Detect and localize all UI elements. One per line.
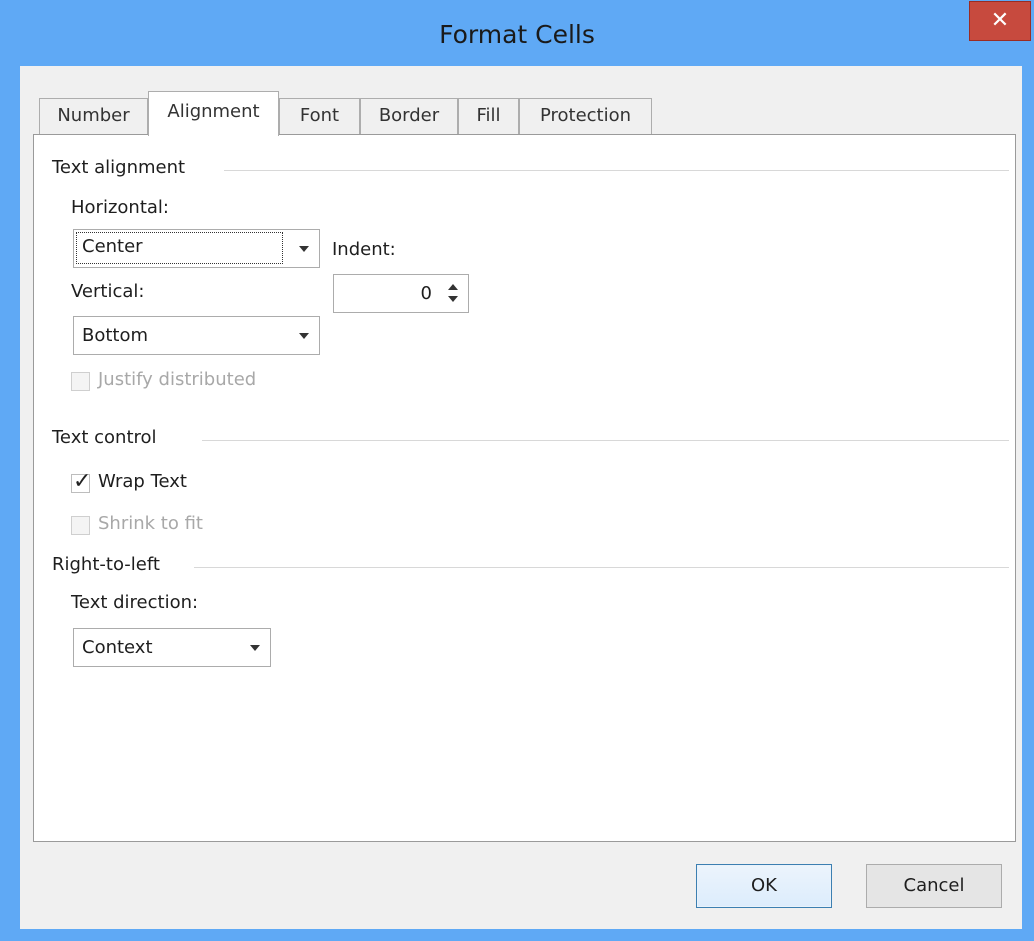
shrink-to-fit-checkbox[interactable] bbox=[71, 516, 90, 535]
horizontal-select[interactable]: Center bbox=[73, 229, 320, 268]
spin-down-icon[interactable] bbox=[448, 296, 458, 302]
cancel-button[interactable]: Cancel bbox=[866, 864, 1002, 908]
tab-number[interactable]: Number bbox=[39, 98, 148, 134]
text-direction-label: Text direction: bbox=[71, 592, 199, 613]
alignment-tab-panel: Text alignment Horizontal: Center Indent… bbox=[33, 134, 1016, 842]
vertical-label: Vertical: bbox=[71, 281, 145, 302]
tab-alignment[interactable]: Alignment bbox=[148, 91, 279, 136]
section-divider bbox=[194, 567, 1009, 568]
window-title: Format Cells bbox=[439, 20, 595, 49]
chevron-down-icon bbox=[299, 246, 309, 252]
chevron-down-icon bbox=[299, 333, 309, 339]
tab-protection[interactable]: Protection bbox=[519, 98, 652, 134]
justify-distributed-checkbox[interactable] bbox=[71, 372, 90, 391]
indent-spinner[interactable]: 0 bbox=[333, 274, 469, 313]
text-direction-value: Context bbox=[82, 637, 153, 658]
indent-label: Indent: bbox=[332, 239, 396, 260]
checkmark-icon: ✓ bbox=[73, 469, 92, 494]
vertical-select[interactable]: Bottom bbox=[73, 316, 320, 355]
text-control-heading: Text control bbox=[52, 427, 163, 448]
indent-value: 0 bbox=[420, 283, 432, 304]
tab-font[interactable]: Font bbox=[279, 98, 360, 134]
right-to-left-heading: Right-to-left bbox=[52, 554, 166, 575]
chevron-down-icon bbox=[250, 645, 260, 651]
tab-border[interactable]: Border bbox=[360, 98, 458, 134]
text-direction-select[interactable]: Context bbox=[73, 628, 271, 667]
shrink-to-fit-label: Shrink to fit bbox=[98, 513, 203, 534]
horizontal-select-value: Center bbox=[76, 232, 283, 264]
format-cells-window: Format Cells ✕ Number Alignment Font Bor… bbox=[0, 0, 1034, 941]
text-alignment-heading: Text alignment bbox=[52, 157, 192, 178]
spin-up-icon[interactable] bbox=[448, 284, 458, 290]
wrap-text-checkbox[interactable]: ✓ bbox=[71, 469, 91, 494]
vertical-select-value: Bottom bbox=[82, 325, 149, 346]
section-divider bbox=[224, 170, 1009, 171]
section-divider bbox=[202, 440, 1009, 441]
horizontal-label: Horizontal: bbox=[71, 197, 169, 218]
close-button[interactable]: ✕ bbox=[969, 1, 1031, 41]
dialog-body: Number Alignment Font Border Fill Protec… bbox=[20, 66, 1022, 929]
ok-button[interactable]: OK bbox=[696, 864, 832, 908]
wrap-text-label: Wrap Text bbox=[98, 471, 187, 492]
tab-fill[interactable]: Fill bbox=[458, 98, 519, 134]
close-icon: ✕ bbox=[990, 8, 1010, 33]
justify-distributed-label: Justify distributed bbox=[98, 369, 257, 390]
